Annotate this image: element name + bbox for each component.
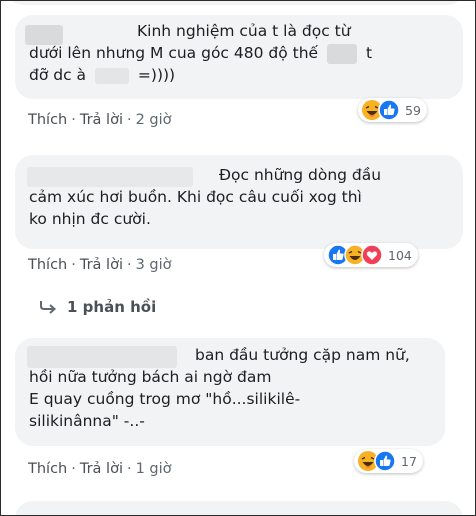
reaction-summary-3[interactable]: 17 [354, 449, 423, 473]
like-link[interactable]: Thích [28, 112, 67, 128]
comment-bubble-1: Kinh nghiệm của t là đọc từ dưới lên như… [15, 15, 463, 99]
comments-panel: Kinh nghiệm của t là đọc từ dưới lên như… [0, 0, 476, 516]
redacted-word [327, 43, 358, 64]
comment-text-fragment: =)))) [137, 66, 176, 84]
comment-text-line: ko nhịn đc cười. [29, 210, 151, 228]
reaction-summary-2[interactable]: 104 [324, 243, 418, 267]
reaction-count: 17 [401, 453, 417, 469]
redacted-name [25, 25, 63, 45]
comment-text-line: cảm xúc hơi buồn. Khi đọc câu cuối xog t… [29, 188, 362, 206]
comment-bubble-2: Đọc những dòng đầu cảm xúc hơi buồn. Khi… [15, 155, 463, 249]
like-link[interactable]: Thích [28, 461, 67, 477]
reply-link[interactable]: Trả lời [80, 257, 123, 273]
reaction-count: 59 [405, 102, 421, 118]
redacted-word [94, 67, 129, 84]
timestamp[interactable]: 2 giờ [136, 112, 172, 128]
separator-dot: · [126, 461, 132, 477]
comment-text-line: đỡ dc à =)))) [29, 64, 463, 86]
comment-actions-3: Thích · Trả lời · 1 giờ [28, 461, 172, 477]
reply-link[interactable]: Trả lời [80, 112, 123, 128]
replies-count-label: 1 phản hồi [67, 298, 157, 316]
comment-actions-1: Thích · Trả lời · 2 giờ [28, 112, 172, 128]
separator-dot: · [126, 257, 132, 273]
comment-text-line: E quay cuồng trog mơ "hồ...silikilê- [29, 390, 301, 408]
like-icon [378, 99, 400, 121]
redacted-name [27, 346, 177, 368]
separator-dot: · [126, 112, 132, 128]
comment-bubble-bottom-clipped [15, 501, 463, 515]
comment-text-line: dưới lên nhưng M cua góc 480 độ thế t [29, 42, 463, 64]
comment-text-fragment: đỡ dc à [29, 66, 87, 84]
reply-link[interactable]: Trả lời [80, 461, 123, 477]
reply-arrow-icon [40, 301, 57, 314]
redacted-name [27, 167, 193, 187]
comment-actions-2: Thích · Trả lời · 3 giờ [28, 257, 172, 273]
timestamp[interactable]: 1 giờ [136, 461, 172, 477]
love-icon [361, 244, 383, 266]
comment-text-fragment: dưới lên nhưng M cua góc 480 độ thế [29, 44, 319, 62]
timestamp[interactable]: 3 giờ [136, 257, 172, 273]
like-link[interactable]: Thích [28, 257, 67, 273]
comment-text-line: silikinânna" -..- [29, 412, 145, 430]
like-icon [374, 450, 396, 472]
separator-dot: · [71, 257, 76, 273]
reaction-count: 104 [388, 247, 412, 263]
view-replies-link[interactable]: 1 phản hồi [39, 298, 156, 316]
reaction-summary-1[interactable]: 59 [358, 98, 427, 122]
separator-dot: · [71, 461, 76, 477]
separator-dot: · [71, 112, 76, 128]
comment-text-line: hồi nữa tưởng bách ai ngờ đam [29, 368, 272, 386]
comment-bubble-3: ban đầu tưởng cặp nam nữ, hồi nữa tưởng … [15, 338, 445, 446]
comment-text-fragment: t [365, 44, 373, 62]
comment-bubble-top-clipped [5, 1, 465, 5]
comment-text-line: Kinh nghiệm của t là đọc từ [137, 22, 351, 40]
